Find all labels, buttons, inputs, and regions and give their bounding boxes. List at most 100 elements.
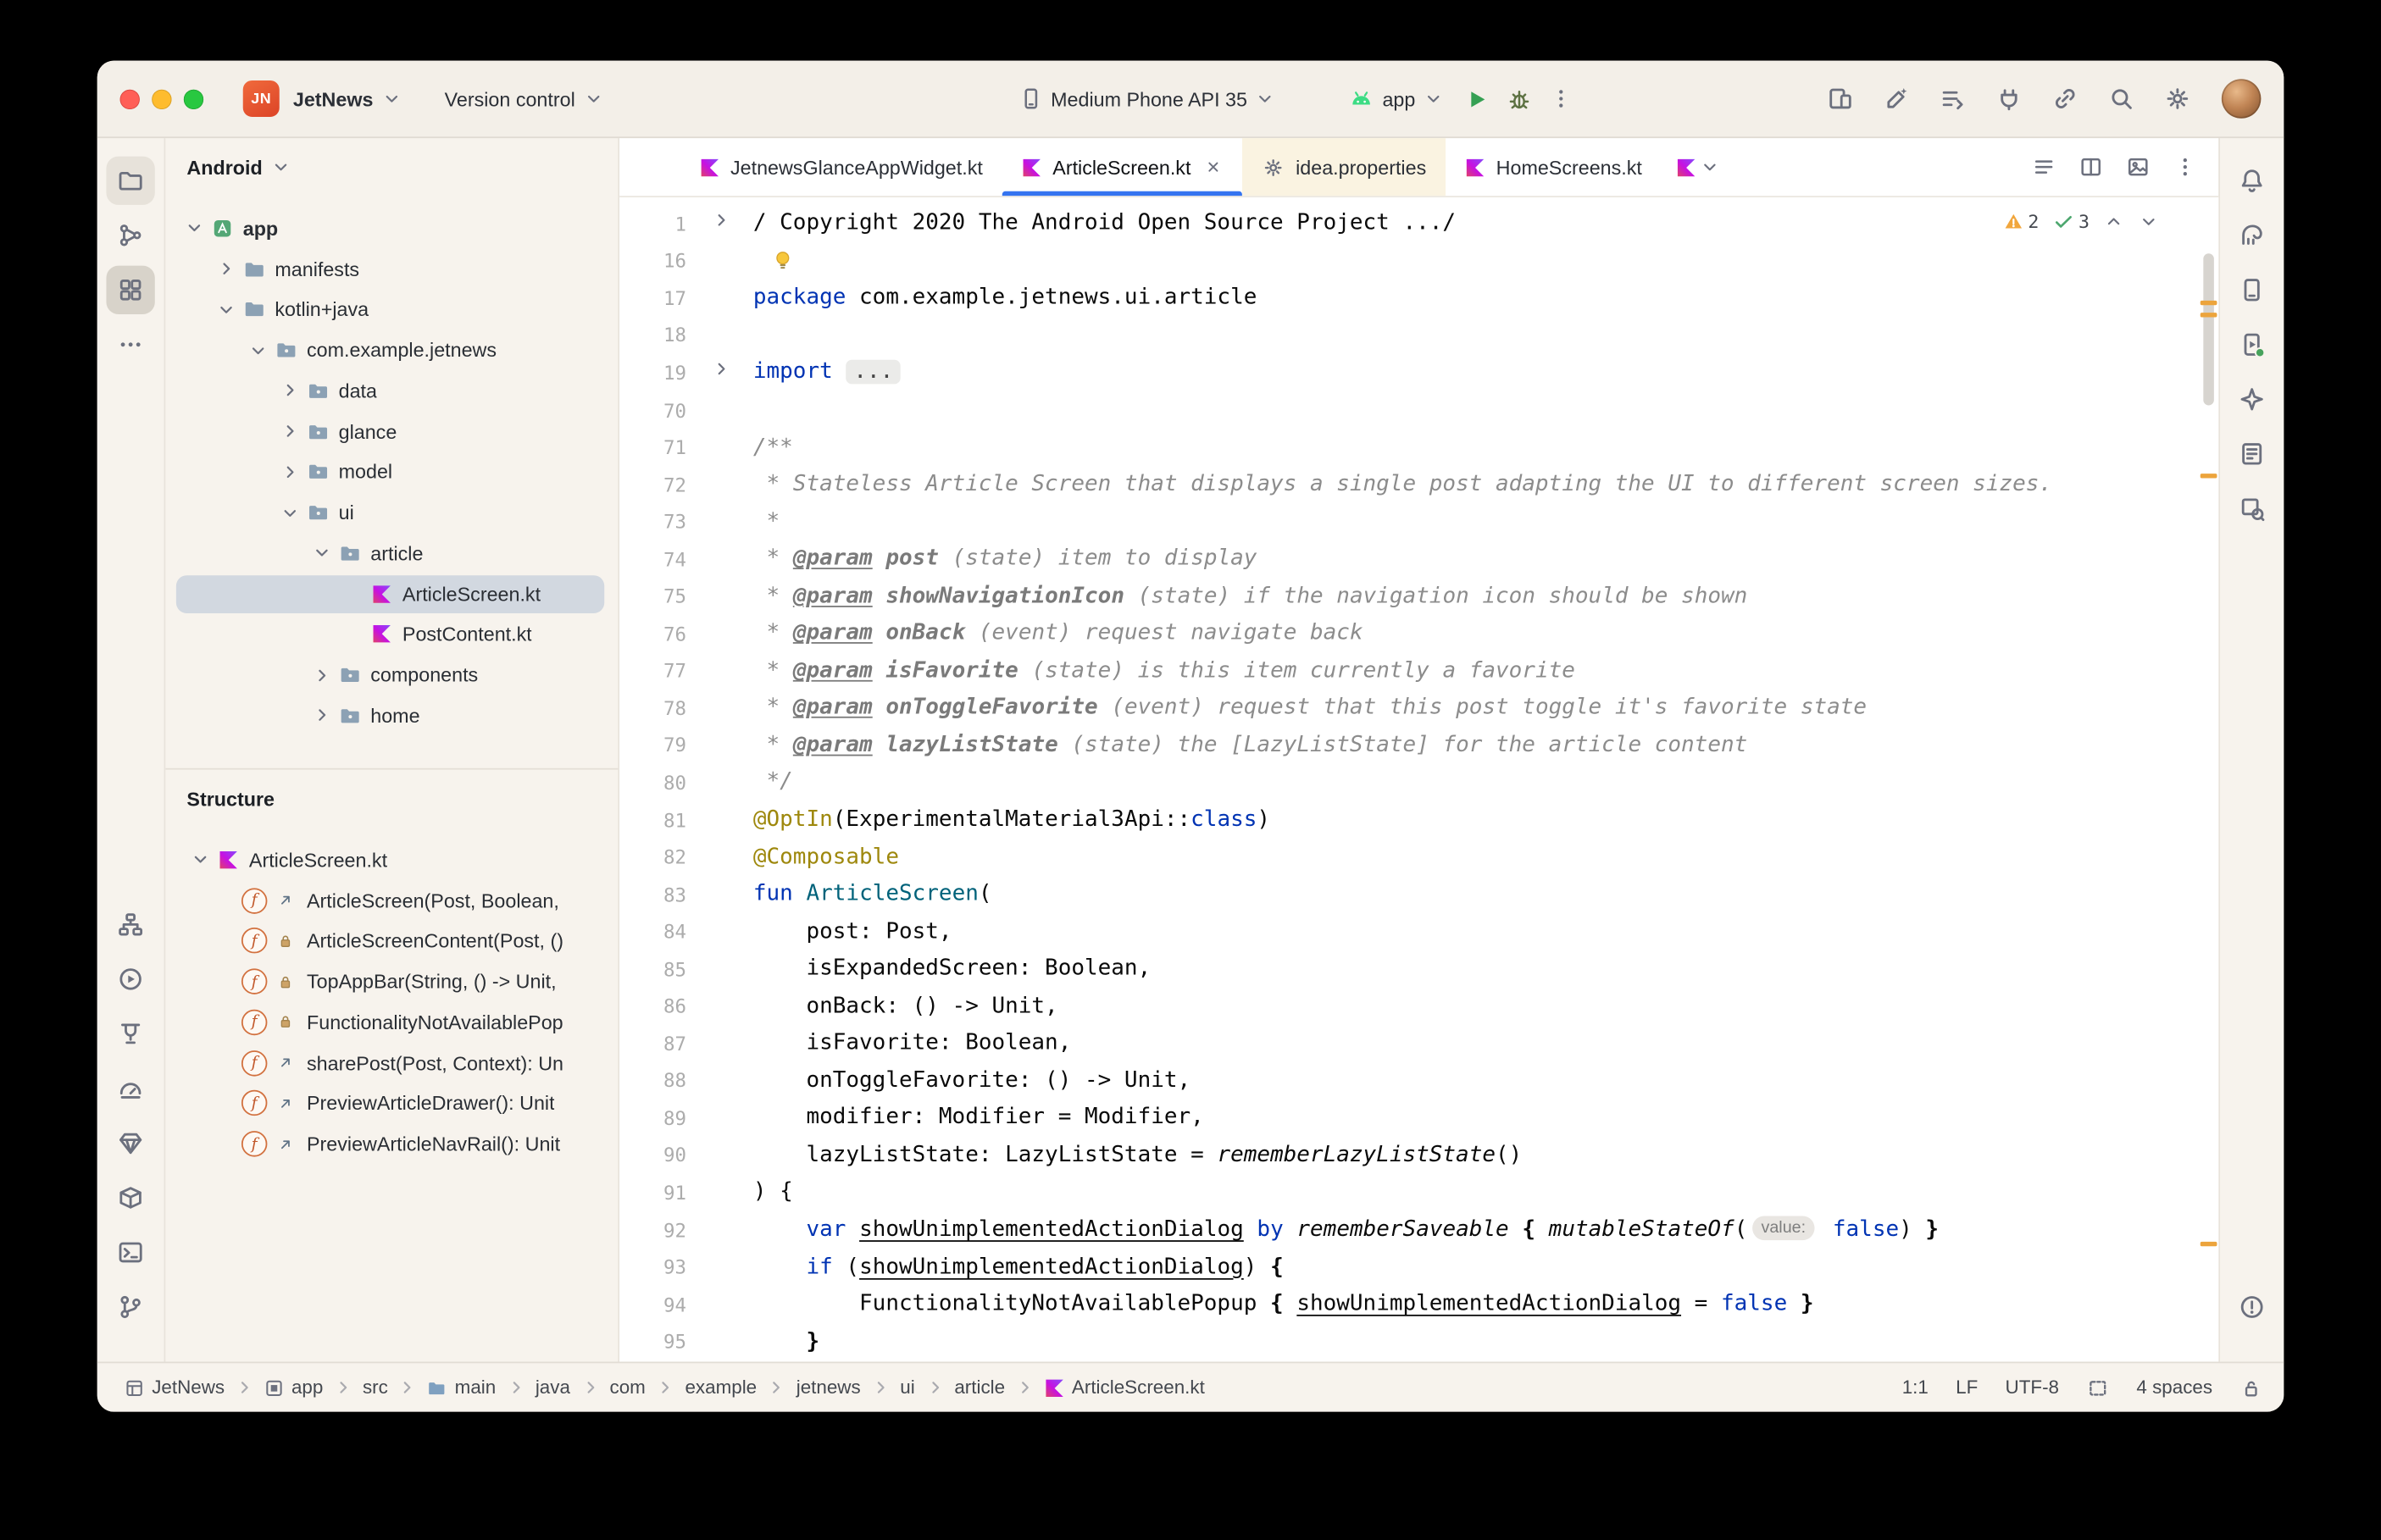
tree-item-com-example-jetnews[interactable]: com.example.jetnews xyxy=(165,330,618,370)
chevron-right-icon[interactable] xyxy=(213,255,240,282)
tree-item-data[interactable]: data xyxy=(165,370,618,411)
tree-item-articlescreen-kt[interactable]: ArticleScreen.kt xyxy=(165,573,618,614)
plugins-button[interactable] xyxy=(1988,77,2030,119)
app-inspection-icon[interactable] xyxy=(2228,429,2276,478)
chevron-down-icon[interactable] xyxy=(308,540,336,567)
close-icon[interactable] xyxy=(1205,158,1224,176)
running-devices-icon[interactable] xyxy=(2228,320,2276,368)
zoom-window-button[interactable] xyxy=(184,89,203,108)
previous-problem-button[interactable] xyxy=(2103,211,2124,232)
structure-item-previewarticlenavrail-unit[interactable]: fPreviewArticleNavRail(): Unit xyxy=(165,1124,618,1165)
vise-icon[interactable] xyxy=(106,1010,154,1058)
readonly-toggle-button[interactable] xyxy=(2239,1377,2262,1399)
breadcrumb-example[interactable]: example xyxy=(679,1374,763,1401)
breadcrumb-app[interactable]: app xyxy=(258,1374,330,1401)
project-folder-icon[interactable] xyxy=(106,157,154,205)
debug-button[interactable] xyxy=(1497,77,1540,119)
chevron-right-icon[interactable] xyxy=(276,377,303,404)
chevron-down-icon[interactable] xyxy=(180,214,208,241)
warning-stripe-mark[interactable] xyxy=(2201,1242,2217,1246)
warning-stripe-mark[interactable] xyxy=(2201,313,2217,317)
tab-homescreens-kt[interactable]: HomeScreens.kt xyxy=(1446,138,1662,196)
hidden-tabs-button[interactable] xyxy=(1662,138,1736,196)
lightbulb-icon[interactable] xyxy=(771,249,794,272)
file-encoding[interactable]: UTF-8 xyxy=(2006,1377,2059,1398)
run-config-button[interactable]: app xyxy=(1338,80,1454,118)
chevron-right-icon[interactable] xyxy=(276,418,303,445)
passed-counter[interactable]: 3 xyxy=(2052,211,2089,232)
fold-arrow-icon[interactable] xyxy=(711,359,732,386)
problems-icon[interactable] xyxy=(2228,1282,2276,1331)
settings-button[interactable] xyxy=(2156,77,2199,119)
indent-setting[interactable]: 4 spaces xyxy=(2136,1377,2212,1398)
tree-item-postcontent-kt[interactable]: PostContent.kt xyxy=(165,614,618,655)
breadcrumb-java[interactable]: java xyxy=(530,1374,576,1401)
minimize-window-button[interactable] xyxy=(152,89,171,108)
breadcrumb-src[interactable]: src xyxy=(357,1374,394,1401)
breadcrumb-jetnews[interactable]: JetNews xyxy=(119,1374,231,1401)
structure-root-articlescreen-kt[interactable]: ArticleScreen.kt xyxy=(165,839,618,880)
gem-icon[interactable] xyxy=(106,1119,154,1167)
gradle-icon[interactable] xyxy=(2228,211,2276,259)
chevron-right-icon[interactable] xyxy=(308,662,336,689)
fold-arrow-icon[interactable] xyxy=(711,210,732,237)
tree-item-ui[interactable]: ui xyxy=(165,492,618,533)
tree-item-model[interactable]: model xyxy=(165,451,618,492)
terminal-icon[interactable] xyxy=(106,1228,154,1277)
structure-item-previewarticledrawer-unit[interactable]: fPreviewArticleDrawer(): Unit xyxy=(165,1083,618,1124)
search-everywhere-button[interactable] xyxy=(2100,77,2142,119)
device-mirror-button[interactable] xyxy=(1819,77,1862,119)
run-play-icon[interactable] xyxy=(106,955,154,1003)
preview-image-icon[interactable] xyxy=(2126,155,2151,180)
project-panel-header[interactable]: Android xyxy=(165,138,618,196)
share-link-button[interactable] xyxy=(2044,77,2086,119)
inspections-widget[interactable]: 2 3 xyxy=(1995,208,2167,235)
warnings-counter[interactable]: 2 xyxy=(2002,211,2039,232)
warning-stripe-mark[interactable] xyxy=(2201,474,2217,478)
tree-item-home[interactable]: home xyxy=(165,695,618,736)
tree-item-kotlin-java[interactable]: kotlin+java xyxy=(165,289,618,330)
structure-item-articlescreencontent-post[interactable]: fArticleScreenContent(Post, () xyxy=(165,921,618,961)
resource-grid-icon[interactable] xyxy=(106,266,154,314)
package-box-icon[interactable] xyxy=(106,1173,154,1221)
tree-item-manifests[interactable]: manifests xyxy=(165,248,618,289)
chevron-down-icon[interactable] xyxy=(276,499,303,526)
more-run-actions-button[interactable] xyxy=(1540,77,1582,119)
tree-item-glance[interactable]: glance xyxy=(165,411,618,451)
split-editor-icon[interactable] xyxy=(2079,155,2103,180)
chevron-down-icon[interactable] xyxy=(213,296,240,323)
bell-icon[interactable] xyxy=(2228,157,2276,205)
breadcrumb-article[interactable]: article xyxy=(948,1374,1011,1401)
more-horizontal-icon[interactable] xyxy=(106,320,154,368)
warning-stripe-mark[interactable] xyxy=(2201,301,2217,305)
selection-mode-button[interactable] xyxy=(2086,1377,2109,1399)
breadcrumb-com[interactable]: com xyxy=(603,1374,652,1401)
version-control-graph-icon[interactable] xyxy=(106,211,154,259)
run-button[interactable] xyxy=(1455,77,1497,119)
tree-item-article[interactable]: article xyxy=(165,533,618,573)
task-list-button[interactable] xyxy=(1932,77,1974,119)
line-ending[interactable]: LF xyxy=(1956,1377,1978,1398)
chevron-right-icon[interactable] xyxy=(308,702,336,729)
chevron-down-icon[interactable] xyxy=(245,336,272,363)
profiler-gauge-icon[interactable] xyxy=(106,1064,154,1112)
git-branch-icon[interactable] xyxy=(106,1282,154,1331)
caret-position[interactable]: 1:1 xyxy=(1902,1377,1929,1398)
breadcrumb-ui[interactable]: ui xyxy=(894,1374,921,1401)
tree-item-app[interactable]: app xyxy=(165,208,618,249)
breadcrumb-main[interactable]: main xyxy=(421,1374,502,1401)
code-editor[interactable]: 1/ Copyright 2020 The Android Open Sourc… xyxy=(619,197,2218,1362)
breadcrumb-articlescreen-kt[interactable]: ArticleScreen.kt xyxy=(1039,1374,1211,1401)
structure-item-functionalitynotavailablepop[interactable]: fFunctionalityNotAvailablePop xyxy=(165,1002,618,1043)
tab-idea-properties[interactable]: idea.properties xyxy=(1242,138,1446,196)
line-list-icon[interactable] xyxy=(2032,155,2056,180)
ai-assist-button[interactable] xyxy=(1875,77,1918,119)
tab-articlescreen-kt[interactable]: ArticleScreen.kt xyxy=(1002,138,1242,196)
device-selector-button[interactable]: Medium Phone API 35 xyxy=(1008,80,1287,117)
layout-inspector-icon[interactable] xyxy=(2228,485,2276,533)
device-explorer-icon[interactable] xyxy=(2228,266,2276,314)
next-problem-button[interactable] xyxy=(2138,211,2159,232)
gemini-sparkle-icon[interactable] xyxy=(2228,375,2276,424)
tree-item-components[interactable]: components xyxy=(165,655,618,695)
chevron-right-icon[interactable] xyxy=(276,458,303,485)
